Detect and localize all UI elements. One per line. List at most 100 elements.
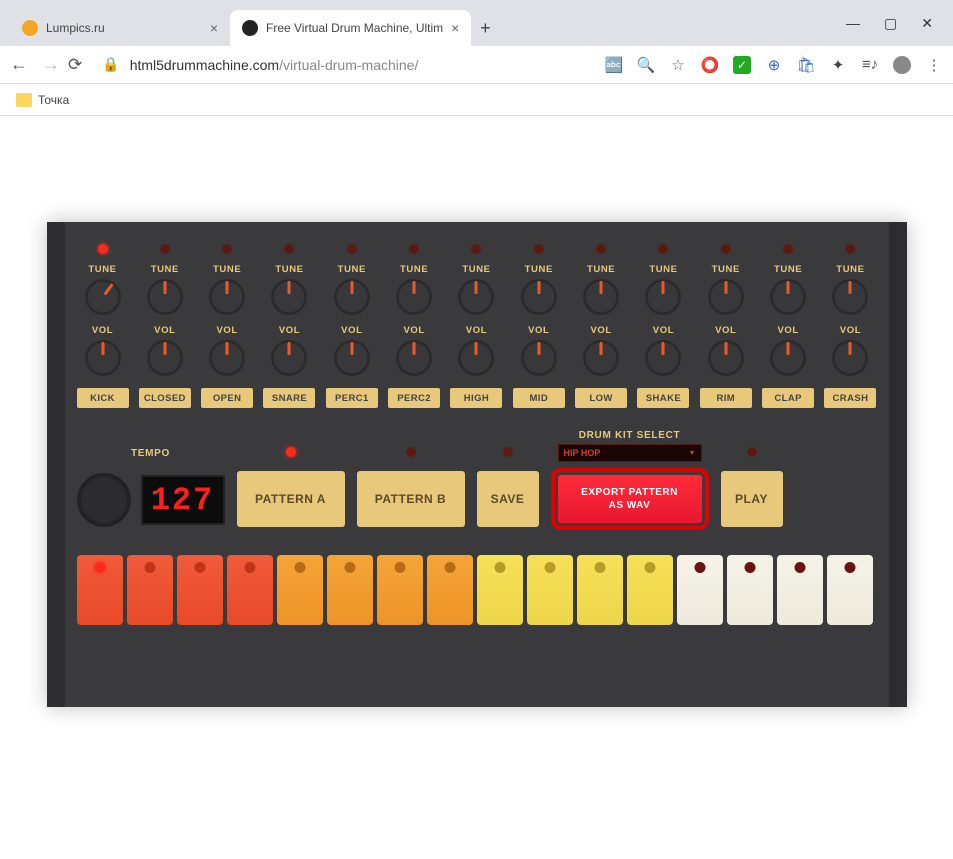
track-select-button[interactable]: CLAP xyxy=(762,388,814,408)
step-4[interactable] xyxy=(227,555,273,625)
close-icon[interactable]: × xyxy=(210,20,218,36)
step-5[interactable] xyxy=(277,555,323,625)
track-select-button[interactable]: PERC2 xyxy=(388,388,440,408)
vol-knob[interactable] xyxy=(147,340,183,376)
bookmark-item[interactable]: Точка xyxy=(38,93,69,107)
vol-knob[interactable] xyxy=(85,340,121,376)
tune-knob[interactable] xyxy=(396,279,432,315)
step-13[interactable] xyxy=(677,555,723,625)
check-icon[interactable]: ✓ xyxy=(733,56,751,74)
pattern-b-led xyxy=(406,447,416,457)
new-tab-button[interactable]: + xyxy=(471,10,499,46)
pattern-b-button[interactable]: PATTERN B xyxy=(357,471,465,527)
vol-knob[interactable] xyxy=(708,340,744,376)
tune-knob[interactable] xyxy=(271,279,307,315)
track-select-button[interactable]: SHAKE xyxy=(637,388,689,408)
minimize-button[interactable]: — xyxy=(846,15,860,31)
vol-knob[interactable] xyxy=(770,340,806,376)
track-led xyxy=(721,244,731,254)
tune-knob[interactable] xyxy=(334,279,370,315)
export-wav-button[interactable]: EXPORT PATTERNAS WAV xyxy=(558,475,702,523)
vol-knob[interactable] xyxy=(334,340,370,376)
chevron-down-icon: ▼ xyxy=(689,450,696,457)
track-select-button[interactable]: LOW xyxy=(575,388,627,408)
machine-side-left xyxy=(47,222,65,707)
shopping-icon[interactable]: 🛍 xyxy=(797,56,815,74)
forward-button[interactable]: → xyxy=(42,54,60,75)
step-11[interactable] xyxy=(577,555,623,625)
tune-knob[interactable] xyxy=(708,279,744,315)
track-select-button[interactable]: CRASH xyxy=(824,388,876,408)
tune-knob[interactable] xyxy=(832,279,868,315)
track-select-button[interactable]: CLOSED xyxy=(139,388,191,408)
menu-icon[interactable]: ⋮ xyxy=(925,56,943,74)
avatar-icon[interactable] xyxy=(893,56,911,74)
vol-knob[interactable] xyxy=(521,340,557,376)
opera-icon[interactable]: ⭕ xyxy=(701,56,719,74)
vol-label: VOL xyxy=(341,325,362,336)
playlist-icon[interactable]: ≡♪ xyxy=(861,56,879,74)
zoom-icon[interactable]: 🔍 xyxy=(637,56,655,74)
vol-knob[interactable] xyxy=(396,340,432,376)
maximize-button[interactable]: ▢ xyxy=(884,15,897,32)
tune-knob[interactable] xyxy=(645,279,681,315)
vol-knob[interactable] xyxy=(645,340,681,376)
vol-knob[interactable] xyxy=(832,340,868,376)
tune-knob[interactable] xyxy=(521,279,557,315)
tune-label: TUNE xyxy=(400,264,428,275)
kit-select-dropdown[interactable]: HIP HOP ▼ xyxy=(558,444,702,462)
tune-knob[interactable] xyxy=(85,279,121,315)
back-button[interactable]: ← xyxy=(10,54,28,75)
tune-knob[interactable] xyxy=(458,279,494,315)
tempo-knob[interactable] xyxy=(77,473,131,527)
step-16[interactable] xyxy=(827,555,873,625)
track-select-button[interactable]: OPEN xyxy=(201,388,253,408)
extensions-icon[interactable]: ✦ xyxy=(829,56,847,74)
pattern-a-button[interactable]: PATTERN A xyxy=(237,471,345,527)
step-12[interactable] xyxy=(627,555,673,625)
step-3[interactable] xyxy=(177,555,223,625)
browser-tab-1[interactable]: Lumpics.ru × xyxy=(10,10,230,46)
track-select-button[interactable]: HIGH xyxy=(450,388,502,408)
vol-knob[interactable] xyxy=(209,340,245,376)
step-9[interactable] xyxy=(477,555,523,625)
tempo-label: TEMPO xyxy=(131,448,170,459)
tune-knob[interactable] xyxy=(147,279,183,315)
pattern-b-block: PATTERN B xyxy=(357,447,465,527)
step-10[interactable] xyxy=(527,555,573,625)
play-button[interactable]: PLAY xyxy=(721,471,783,527)
vol-knob[interactable] xyxy=(458,340,494,376)
close-icon[interactable]: × xyxy=(451,20,459,36)
browser-tab-2[interactable]: Free Virtual Drum Machine, Ultim × xyxy=(230,10,471,46)
vol-label: VOL xyxy=(279,325,300,336)
track-select-button[interactable]: KICK xyxy=(77,388,129,408)
address-bar[interactable]: 🔒 html5drummachine.com/virtual-drum-mach… xyxy=(90,56,597,73)
step-led xyxy=(494,562,505,573)
tune-label: TUNE xyxy=(587,264,615,275)
tune-knob[interactable] xyxy=(209,279,245,315)
step-7[interactable] xyxy=(377,555,423,625)
tune-knob[interactable] xyxy=(770,279,806,315)
track-select-button[interactable]: RIM xyxy=(700,388,752,408)
tab-favicon xyxy=(242,20,258,36)
step-15[interactable] xyxy=(777,555,823,625)
track-perc2: TUNEVOLPERC2 xyxy=(386,244,442,408)
step-1[interactable] xyxy=(77,555,123,625)
tune-knob[interactable] xyxy=(583,279,619,315)
close-window-button[interactable]: ✕ xyxy=(921,15,933,32)
vol-knob[interactable] xyxy=(271,340,307,376)
step-6[interactable] xyxy=(327,555,373,625)
track-select-button[interactable]: PERC1 xyxy=(326,388,378,408)
translate-icon[interactable]: 🔤 xyxy=(605,56,623,74)
track-select-button[interactable]: SNARE xyxy=(263,388,315,408)
track-select-button[interactable]: MID xyxy=(513,388,565,408)
save-button[interactable]: SAVE xyxy=(477,471,539,527)
step-14[interactable] xyxy=(727,555,773,625)
globe-icon[interactable]: ⊕ xyxy=(765,56,783,74)
reload-button[interactable]: ⟳ xyxy=(68,55,82,75)
vol-knob[interactable] xyxy=(583,340,619,376)
export-highlight: EXPORT PATTERNAS WAV xyxy=(551,468,709,530)
bookmark-star-icon[interactable]: ☆ xyxy=(669,56,687,74)
step-8[interactable] xyxy=(427,555,473,625)
step-2[interactable] xyxy=(127,555,173,625)
